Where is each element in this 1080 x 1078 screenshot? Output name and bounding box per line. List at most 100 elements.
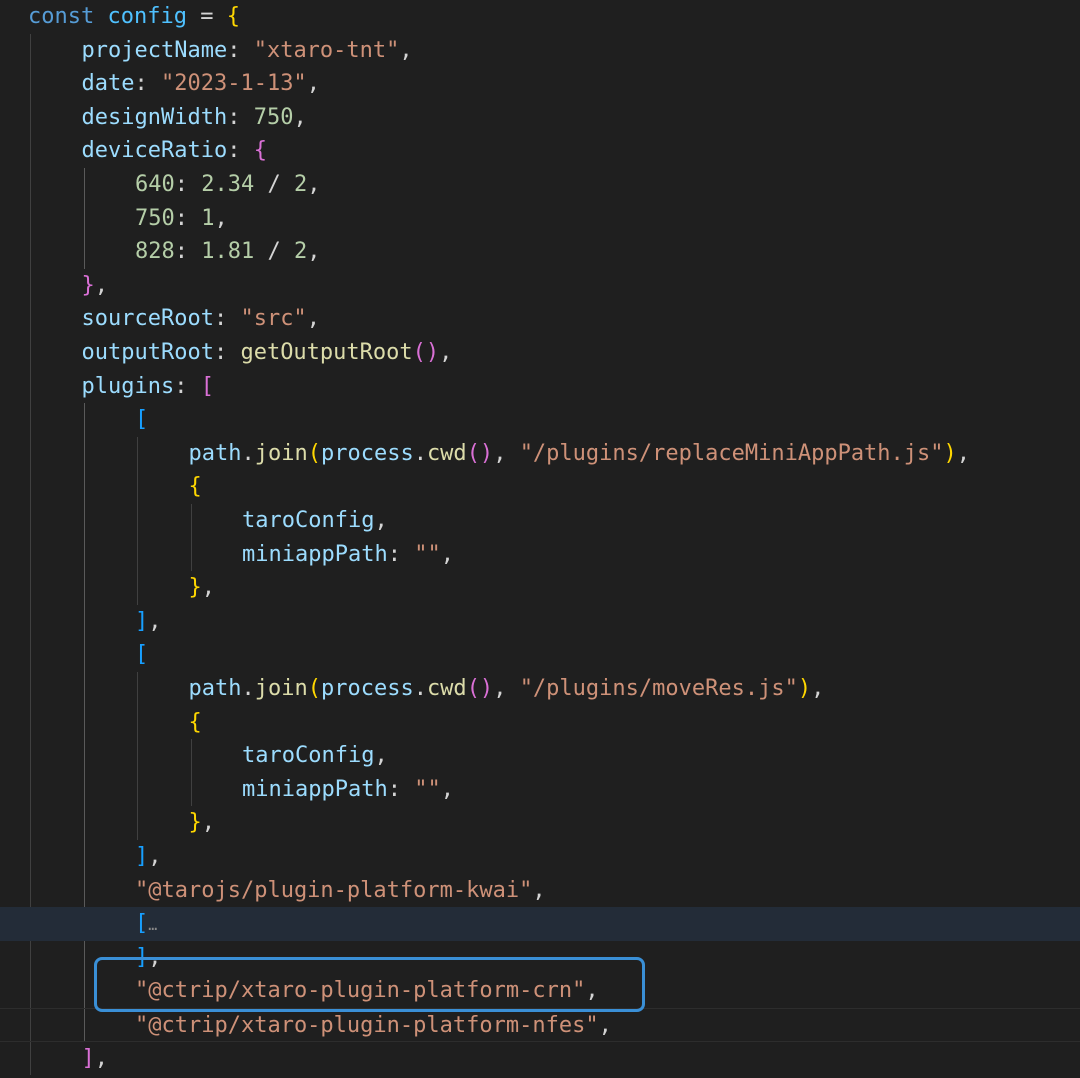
code-line[interactable]: projectName: "xtaro-tnt", <box>0 34 1080 68</box>
code-text: "@tarojs/plugin-platform-kwai", <box>135 874 546 908</box>
code-text: miniappPath: "", <box>242 773 454 807</box>
code-text: ], <box>135 840 162 874</box>
code-token: , <box>493 440 520 466</box>
code-line[interactable]: }, <box>0 571 1080 605</box>
code-token: 2 <box>293 239 308 265</box>
code-token: [ <box>135 642 149 668</box>
code-line[interactable]: plugins: [ <box>0 370 1080 404</box>
code-token: ] <box>135 608 149 634</box>
code-token: [ <box>135 407 149 433</box>
code-line[interactable]: { <box>0 706 1080 740</box>
code-line[interactable]: taroConfig, <box>0 739 1080 773</box>
folded-code-line[interactable]: [… <box>0 907 1080 941</box>
code-line[interactable]: "@ctrip/xtaro-plugin-platform-nfes", <box>0 1008 1080 1042</box>
code-line[interactable]: 750: 1, <box>0 202 1080 236</box>
code-line[interactable]: [ <box>0 638 1080 672</box>
code-line[interactable]: ], <box>0 840 1080 874</box>
code-text: date: "2023-1-13", <box>82 67 320 101</box>
code-line[interactable]: 828: 1.81 / 2, <box>0 235 1080 269</box>
code-text: projectName: "xtaro-tnt", <box>82 34 413 68</box>
code-line[interactable]: const config = { <box>0 0 1080 34</box>
code-token: , <box>94 1045 108 1071</box>
code-token: , <box>399 37 413 63</box>
code-token: : <box>227 138 254 164</box>
code-token: , <box>214 205 228 231</box>
code-line[interactable]: { <box>0 470 1080 504</box>
code-line[interactable]: taroConfig, <box>0 504 1080 538</box>
highlight-box <box>94 957 645 1012</box>
code-text: }, <box>82 269 109 303</box>
code-line[interactable]: date: "2023-1-13", <box>0 67 1080 101</box>
code-token: "xtaro-tnt" <box>253 37 400 63</box>
code-token: [ <box>135 911 149 937</box>
code-token: , <box>493 676 520 701</box>
code-line[interactable]: ], <box>0 605 1080 639</box>
code-token: ) <box>943 440 957 466</box>
code-token: , <box>306 71 320 97</box>
code-line[interactable]: ], <box>0 1042 1080 1076</box>
code-token: : <box>174 373 201 399</box>
code-token: : <box>213 306 241 332</box>
code-line[interactable]: 640: 2.34 / 2, <box>0 168 1080 202</box>
code-token: , <box>94 272 108 298</box>
code-line[interactable]: "@tarojs/plugin-platform-kwai", <box>0 874 1080 908</box>
code-text: { <box>189 470 202 504</box>
code-token: outputRoot <box>81 340 214 365</box>
code-token: . <box>241 676 255 701</box>
code-text: "@ctrip/xtaro-plugin-platform-nfes", <box>135 1009 612 1043</box>
code-token: , <box>306 306 320 332</box>
code-token: 640 <box>135 172 175 197</box>
code-line[interactable]: miniappPath: "", <box>0 538 1080 572</box>
code-token: date <box>81 71 135 97</box>
code-token: , <box>440 541 454 567</box>
code-token: { <box>188 709 202 735</box>
code-line[interactable]: outputRoot: getOutputRoot(), <box>0 336 1080 370</box>
code-token: , <box>148 608 162 634</box>
code-token: : <box>227 104 254 130</box>
code-token: } <box>188 810 202 836</box>
code-token: 1 <box>201 205 215 231</box>
code-token: / <box>254 172 294 197</box>
code-token: , <box>532 877 546 903</box>
code-token: cwd <box>426 676 467 701</box>
code-token: taroConfig <box>242 508 375 533</box>
code-token: 2 <box>293 172 308 197</box>
code-line[interactable]: }, <box>0 269 1080 303</box>
code-token: "" <box>414 541 441 567</box>
code-line[interactable]: path.join(process.cwd(), "/plugins/moveR… <box>0 672 1080 706</box>
code-line[interactable]: deviceRatio: { <box>0 134 1080 168</box>
code-token: ( <box>307 440 321 466</box>
code-text: plugins: [ <box>82 370 214 404</box>
code-token: : <box>174 172 202 197</box>
code-line[interactable]: }, <box>0 806 1080 840</box>
code-token: () <box>466 676 494 701</box>
code-line[interactable]: path.join(process.cwd(), "/plugins/repla… <box>0 437 1080 471</box>
code-line[interactable]: miniappPath: "", <box>0 773 1080 807</box>
code-token: path <box>188 676 242 701</box>
code-token: const <box>28 4 95 29</box>
code-token: "/plugins/moveRes.js" <box>519 676 798 701</box>
code-line[interactable]: sourceRoot: "src", <box>0 302 1080 336</box>
code-text: taroConfig, <box>242 504 388 538</box>
code-token: "@tarojs/plugin-platform-kwai" <box>135 877 533 903</box>
code-text: { <box>189 706 202 740</box>
code-editor[interactable]: const config = {projectName: "xtaro-tnt"… <box>0 0 1080 1078</box>
code-line[interactable]: designWidth: 750, <box>0 101 1080 135</box>
code-token: () <box>466 440 494 466</box>
code-token: , <box>374 508 388 533</box>
code-token: : <box>227 37 254 63</box>
code-token: = <box>186 4 227 29</box>
code-line[interactable]: [ <box>0 403 1080 437</box>
code-token: "@ctrip/xtaro-plugin-platform-nfes" <box>135 1013 599 1038</box>
code-token: "src" <box>240 306 307 332</box>
code-token: , <box>956 440 971 466</box>
code-token: 1.81 <box>201 239 255 265</box>
code-token: getOutputRoot <box>240 340 413 365</box>
code-token: cwd <box>426 440 467 466</box>
code-text: const config = { <box>28 0 240 34</box>
code-token: : <box>134 71 161 97</box>
code-text: sourceRoot: "src", <box>82 302 320 336</box>
code-token: "" <box>414 776 441 802</box>
code-text: deviceRatio: { <box>82 134 267 168</box>
code-token: , <box>307 172 321 197</box>
